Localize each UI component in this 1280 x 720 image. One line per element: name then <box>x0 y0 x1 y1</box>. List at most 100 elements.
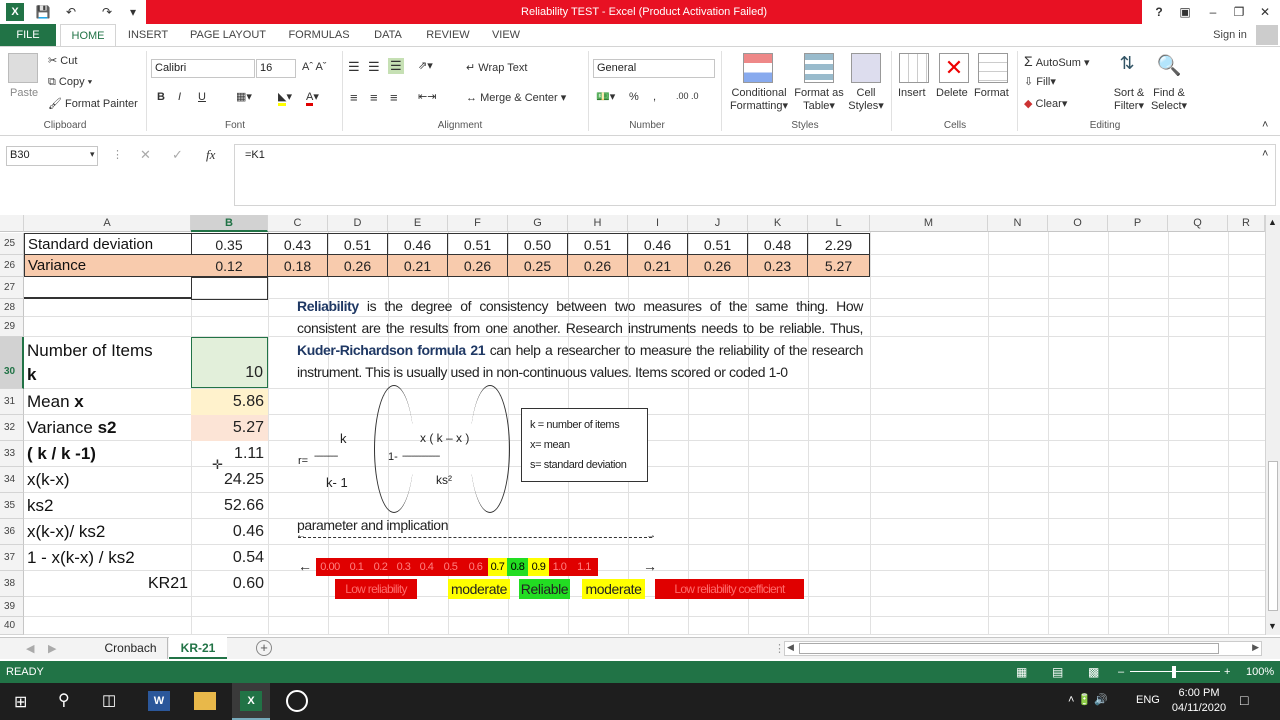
copy-button[interactable]: ⧉ Copy ▾ <box>48 76 92 89</box>
bold-button[interactable]: B <box>157 91 165 103</box>
row-header-32[interactable]: 32 <box>0 415 24 441</box>
sort-filter-icon[interactable]: ⇅ <box>1112 53 1142 83</box>
column-header-c[interactable]: C <box>268 215 328 232</box>
undo-icon[interactable]: ↶ <box>62 3 80 21</box>
ratio-label[interactable]: x(k-x)/ ks2 <box>24 519 192 545</box>
row-header-29[interactable]: 29 <box>0 317 24 337</box>
column-header-p[interactable]: P <box>1108 215 1168 232</box>
row-header-39[interactable]: 39 <box>0 597 24 617</box>
column-header-j[interactable]: J <box>688 215 748 232</box>
delete-cells-icon[interactable]: ✕ <box>939 53 969 83</box>
row27-a-cell[interactable] <box>24 277 192 299</box>
horizontal-scroll-thumb[interactable] <box>799 643 1219 654</box>
file-explorer-icon[interactable] <box>194 692 216 710</box>
tab-page-layout[interactable]: PAGE LAYOUT <box>184 24 272 46</box>
name-box[interactable]: B30 <box>6 146 98 166</box>
cancel-icon[interactable]: ✕ <box>140 147 151 163</box>
ks2-label[interactable]: ks2 <box>24 493 192 519</box>
page-break-view-icon[interactable]: ▩ <box>1088 661 1099 683</box>
notification-icon[interactable]: □ <box>1240 692 1248 708</box>
kr21-value-cell[interactable]: 0.60 <box>191 571 268 597</box>
page-layout-view-icon[interactable]: ▤ <box>1052 661 1063 683</box>
help-icon[interactable]: ? <box>1150 3 1168 21</box>
language-indicator[interactable]: ENG <box>1136 694 1160 706</box>
cut-button[interactable]: ✂ Cut <box>48 54 77 67</box>
scroll-down-icon[interactable]: ▼ <box>1268 621 1277 631</box>
zoom-slider-thumb[interactable] <box>1172 666 1176 678</box>
autosum-button[interactable]: Σ AutoSum ▾ <box>1024 53 1090 69</box>
obs-app-icon[interactable] <box>286 690 308 712</box>
variance-cell-i[interactable]: 0.21 <box>628 255 688 277</box>
orientation-icon[interactable]: ⇗▾ <box>418 59 433 72</box>
conditional-formatting-button[interactable]: Conditional Formatting▾ <box>728 87 790 112</box>
close-icon[interactable]: ✕ <box>1256 3 1274 21</box>
column-header-h[interactable]: H <box>568 215 628 232</box>
font-name-select[interactable]: Calibri <box>151 59 255 78</box>
column-header-m[interactable]: M <box>870 215 988 232</box>
scroll-left-icon[interactable]: ◀ <box>787 642 794 653</box>
one-minus-value-cell[interactable]: 0.54 <box>191 545 268 571</box>
tab-view[interactable]: VIEW <box>486 24 526 46</box>
paste-button[interactable]: Paste <box>10 87 38 99</box>
align-middle-icon[interactable]: ☰ <box>368 59 380 75</box>
align-top-icon[interactable]: ☰ <box>348 59 360 75</box>
items-value-cell[interactable]: 10 <box>191 337 268 388</box>
scroll-up-icon[interactable]: ▲ <box>1268 217 1277 227</box>
row-header-26[interactable]: 26 <box>0 255 24 277</box>
customize-qat-icon[interactable]: ▾ <box>124 3 142 21</box>
minimize-icon[interactable]: – <box>1204 3 1222 21</box>
column-header-a[interactable]: A <box>24 215 191 232</box>
fill-color-icon[interactable]: ◣▾ <box>278 90 292 106</box>
italic-button[interactable]: I <box>178 91 181 103</box>
wrap-text-button[interactable]: ↵ Wrap Text <box>466 61 527 74</box>
zoom-level[interactable]: 100% <box>1246 661 1274 683</box>
normal-view-icon[interactable]: ▦ <box>1016 661 1027 683</box>
enter-icon[interactable]: ✓ <box>172 147 183 163</box>
font-size-select[interactable]: 16 <box>256 59 296 78</box>
percent-button[interactable]: % <box>629 91 639 103</box>
variance-value-cell[interactable]: 5.27 <box>191 415 268 441</box>
std-dev-cell-h[interactable]: 0.51 <box>568 233 628 255</box>
binoculars-icon[interactable]: 🔍 <box>1154 53 1184 83</box>
row27-b-cell[interactable] <box>191 277 268 300</box>
windows-start-icon[interactable]: ⊞ <box>14 692 27 712</box>
format-painter-button[interactable]: 🖌 Format Painter <box>48 97 138 110</box>
k-ratio-label[interactable]: ( k / k -1) <box>24 441 192 467</box>
column-header-i[interactable]: I <box>628 215 688 232</box>
one-minus-label[interactable]: 1 - x(k-x) / ks2 <box>24 545 192 571</box>
find-select-button[interactable]: Find & Select▾ <box>1148 87 1190 112</box>
clock[interactable]: 6:00 PM 04/11/2020 <box>1168 686 1230 716</box>
column-header-b[interactable]: B <box>191 215 268 232</box>
borders-icon[interactable]: ▦▾ <box>236 90 252 103</box>
align-right-icon[interactable]: ≡ <box>390 90 398 105</box>
column-header-r[interactable]: R <box>1228 215 1265 232</box>
insert-cells-icon[interactable] <box>899 53 929 83</box>
decimal-icon[interactable]: .00 .0 <box>676 91 699 101</box>
variance-s2-label[interactable]: Variance s2 <box>24 415 192 441</box>
tab-review[interactable]: REVIEW <box>420 24 476 46</box>
collapse-ribbon-icon[interactable]: ˄ <box>1262 119 1268 131</box>
avatar-icon[interactable] <box>1256 25 1278 45</box>
kr21-label[interactable]: KR21 <box>24 571 192 597</box>
column-header-g[interactable]: G <box>508 215 568 232</box>
paste-icon[interactable] <box>8 53 38 83</box>
grow-font-icon[interactable]: Aˆ Aˇ <box>302 61 326 73</box>
save-icon[interactable]: 💾 <box>34 3 52 21</box>
variance-cell-j[interactable]: 0.26 <box>688 255 748 277</box>
variance-cell-c[interactable]: 0.18 <box>268 255 328 277</box>
ribbon-display-icon[interactable]: ▣ <box>1176 3 1194 21</box>
sheet-tab-cronbach[interactable]: Cronbach <box>94 638 168 659</box>
cell-styles-button[interactable]: Cell Styles▾ <box>846 87 886 112</box>
variance-cell-l[interactable]: 5.27 <box>808 255 870 277</box>
variance-label[interactable]: Variance <box>24 255 192 277</box>
format-cells-icon[interactable] <box>978 53 1008 83</box>
variance-cell-e[interactable]: 0.21 <box>388 255 448 277</box>
column-header-q[interactable]: Q <box>1168 215 1228 232</box>
column-header-l[interactable]: L <box>808 215 870 232</box>
mean-label[interactable]: Mean x <box>24 389 192 415</box>
variance-cell-f[interactable]: 0.26 <box>448 255 508 277</box>
row-header-40[interactable]: 40 <box>0 617 24 635</box>
sheet-tab-kr21[interactable]: KR-21 <box>169 637 227 659</box>
search-icon[interactable]: ⚲ <box>58 690 70 710</box>
cell-styles-icon[interactable] <box>851 53 881 83</box>
